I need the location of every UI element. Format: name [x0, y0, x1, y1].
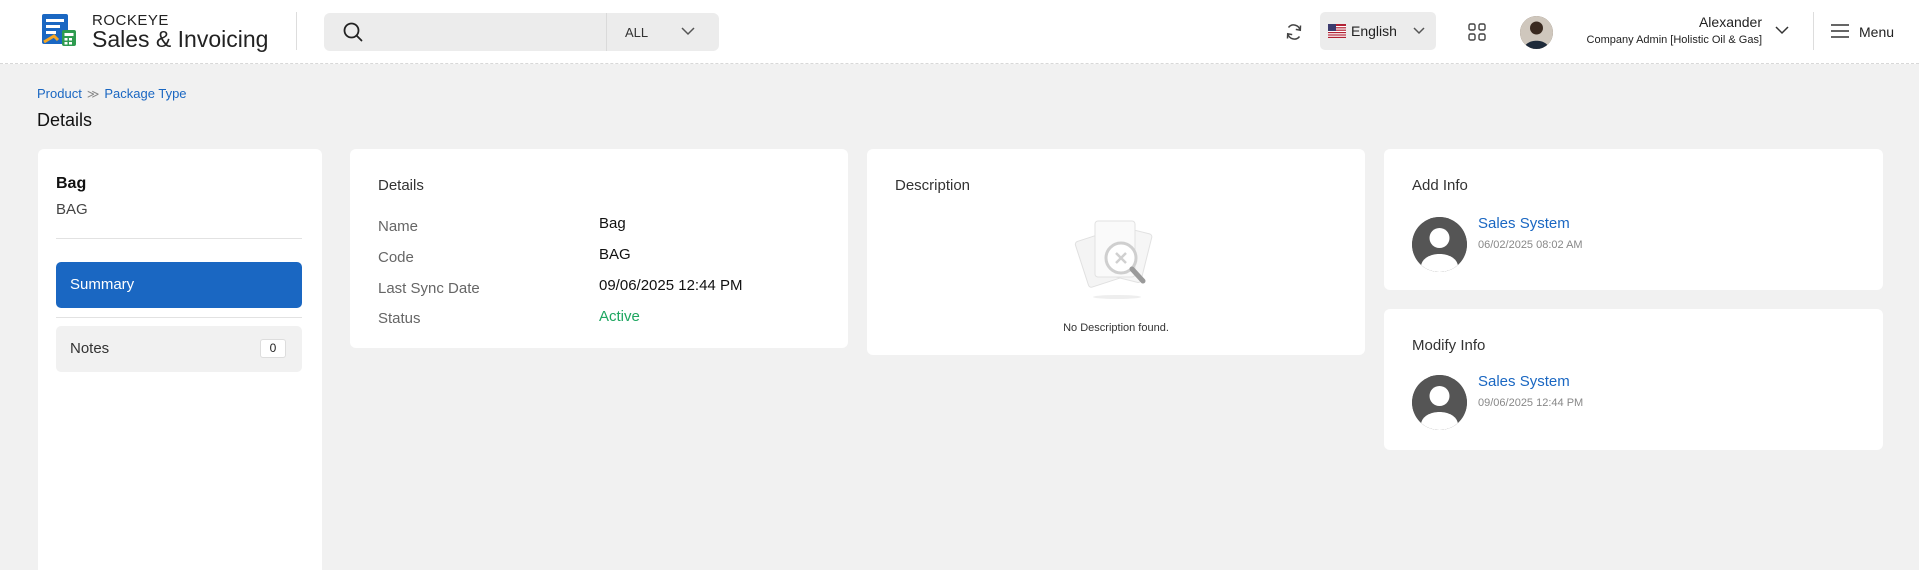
- notes-tab[interactable]: Notes 0: [56, 326, 302, 372]
- app-logo[interactable]: [40, 12, 78, 48]
- chevron-down-icon: [1413, 27, 1425, 35]
- sync-icon[interactable]: [1284, 22, 1304, 42]
- name-value: Bag: [599, 215, 626, 232]
- details-title: Details: [378, 177, 424, 194]
- breadcrumb-product[interactable]: Product: [37, 86, 82, 101]
- search-icon[interactable]: [342, 21, 364, 43]
- search-scope-dropdown[interactable]: ALL: [606, 13, 719, 51]
- page-title: Details: [37, 110, 93, 130]
- language-selector[interactable]: English: [1320, 12, 1436, 50]
- status-value: Active: [599, 308, 640, 325]
- search-input[interactable]: [380, 13, 630, 51]
- user-role: Company Admin [Holistic Oil & Gas]: [1586, 34, 1762, 46]
- code-label: Code: [378, 249, 414, 266]
- search-scope-value: ALL: [625, 25, 649, 40]
- global-search[interactable]: ALL: [324, 13, 719, 51]
- user-avatar[interactable]: [1520, 16, 1553, 49]
- status-label: Status: [378, 310, 421, 327]
- header-divider: [296, 12, 297, 50]
- language-label: English: [1351, 23, 1397, 39]
- user-name[interactable]: Alexander: [1699, 14, 1762, 30]
- divider: [56, 317, 302, 318]
- no-description-message: No Description found.: [1063, 322, 1169, 334]
- user-avatar-placeholder: [1412, 375, 1467, 430]
- divider: [56, 238, 302, 239]
- notes-label: Notes: [70, 340, 110, 357]
- last-sync-date-value: 09/06/2025 12:44 PM: [599, 277, 743, 294]
- modify-info-date: 09/06/2025 12:44 PM: [1478, 397, 1584, 409]
- user-avatar-placeholder: [1412, 217, 1467, 272]
- us-flag-icon: [1328, 24, 1346, 38]
- item-code: BAG: [56, 201, 88, 218]
- breadcrumb-separator-icon: ≫: [86, 87, 100, 101]
- add-info-date: 06/02/2025 08:02 AM: [1478, 239, 1583, 251]
- description-card: Description No Description found.: [867, 149, 1365, 355]
- brand-name-main: Sales & Invoicing: [92, 26, 269, 52]
- code-value: BAG: [599, 246, 631, 263]
- modify-info-card: Modify Info Sales System 09/06/2025 12:4…: [1384, 309, 1883, 450]
- menu-button[interactable]: Menu: [1859, 24, 1894, 40]
- name-label: Name: [378, 218, 419, 235]
- breadcrumb-package-type[interactable]: Package Type: [104, 86, 186, 101]
- header-divider: [1813, 12, 1814, 50]
- chevron-down-icon[interactable]: [1774, 24, 1790, 36]
- add-info-card: Add Info Sales System 06/02/2025 08:02 A…: [1384, 149, 1883, 290]
- notes-count-badge: 0: [260, 339, 286, 358]
- breadcrumb: Product ≫ Package Type: [37, 86, 187, 101]
- description-title: Description: [895, 177, 971, 194]
- hamburger-menu-icon[interactable]: [1830, 23, 1850, 39]
- top-bar: ROCKEYE Sales & Invoicing ALL English Al…: [0, 0, 1919, 64]
- item-side-panel: Bag BAG Summary Notes 0: [38, 149, 322, 570]
- last-sync-date-label: Last Sync Date: [378, 280, 480, 297]
- item-name: Bag: [56, 175, 87, 192]
- chevron-down-icon: [681, 27, 695, 36]
- no-results-magnifier-icon: [1074, 220, 1153, 299]
- add-info-title: Add Info: [1412, 177, 1468, 194]
- modify-info-user[interactable]: Sales System: [1478, 373, 1570, 390]
- add-info-user[interactable]: Sales System: [1478, 215, 1570, 232]
- details-card: Details Name Bag Code BAG Last Sync Date…: [350, 149, 848, 348]
- modify-info-title: Modify Info: [1412, 337, 1486, 354]
- summary-tab[interactable]: Summary: [56, 262, 302, 308]
- apps-grid-icon[interactable]: [1468, 23, 1486, 41]
